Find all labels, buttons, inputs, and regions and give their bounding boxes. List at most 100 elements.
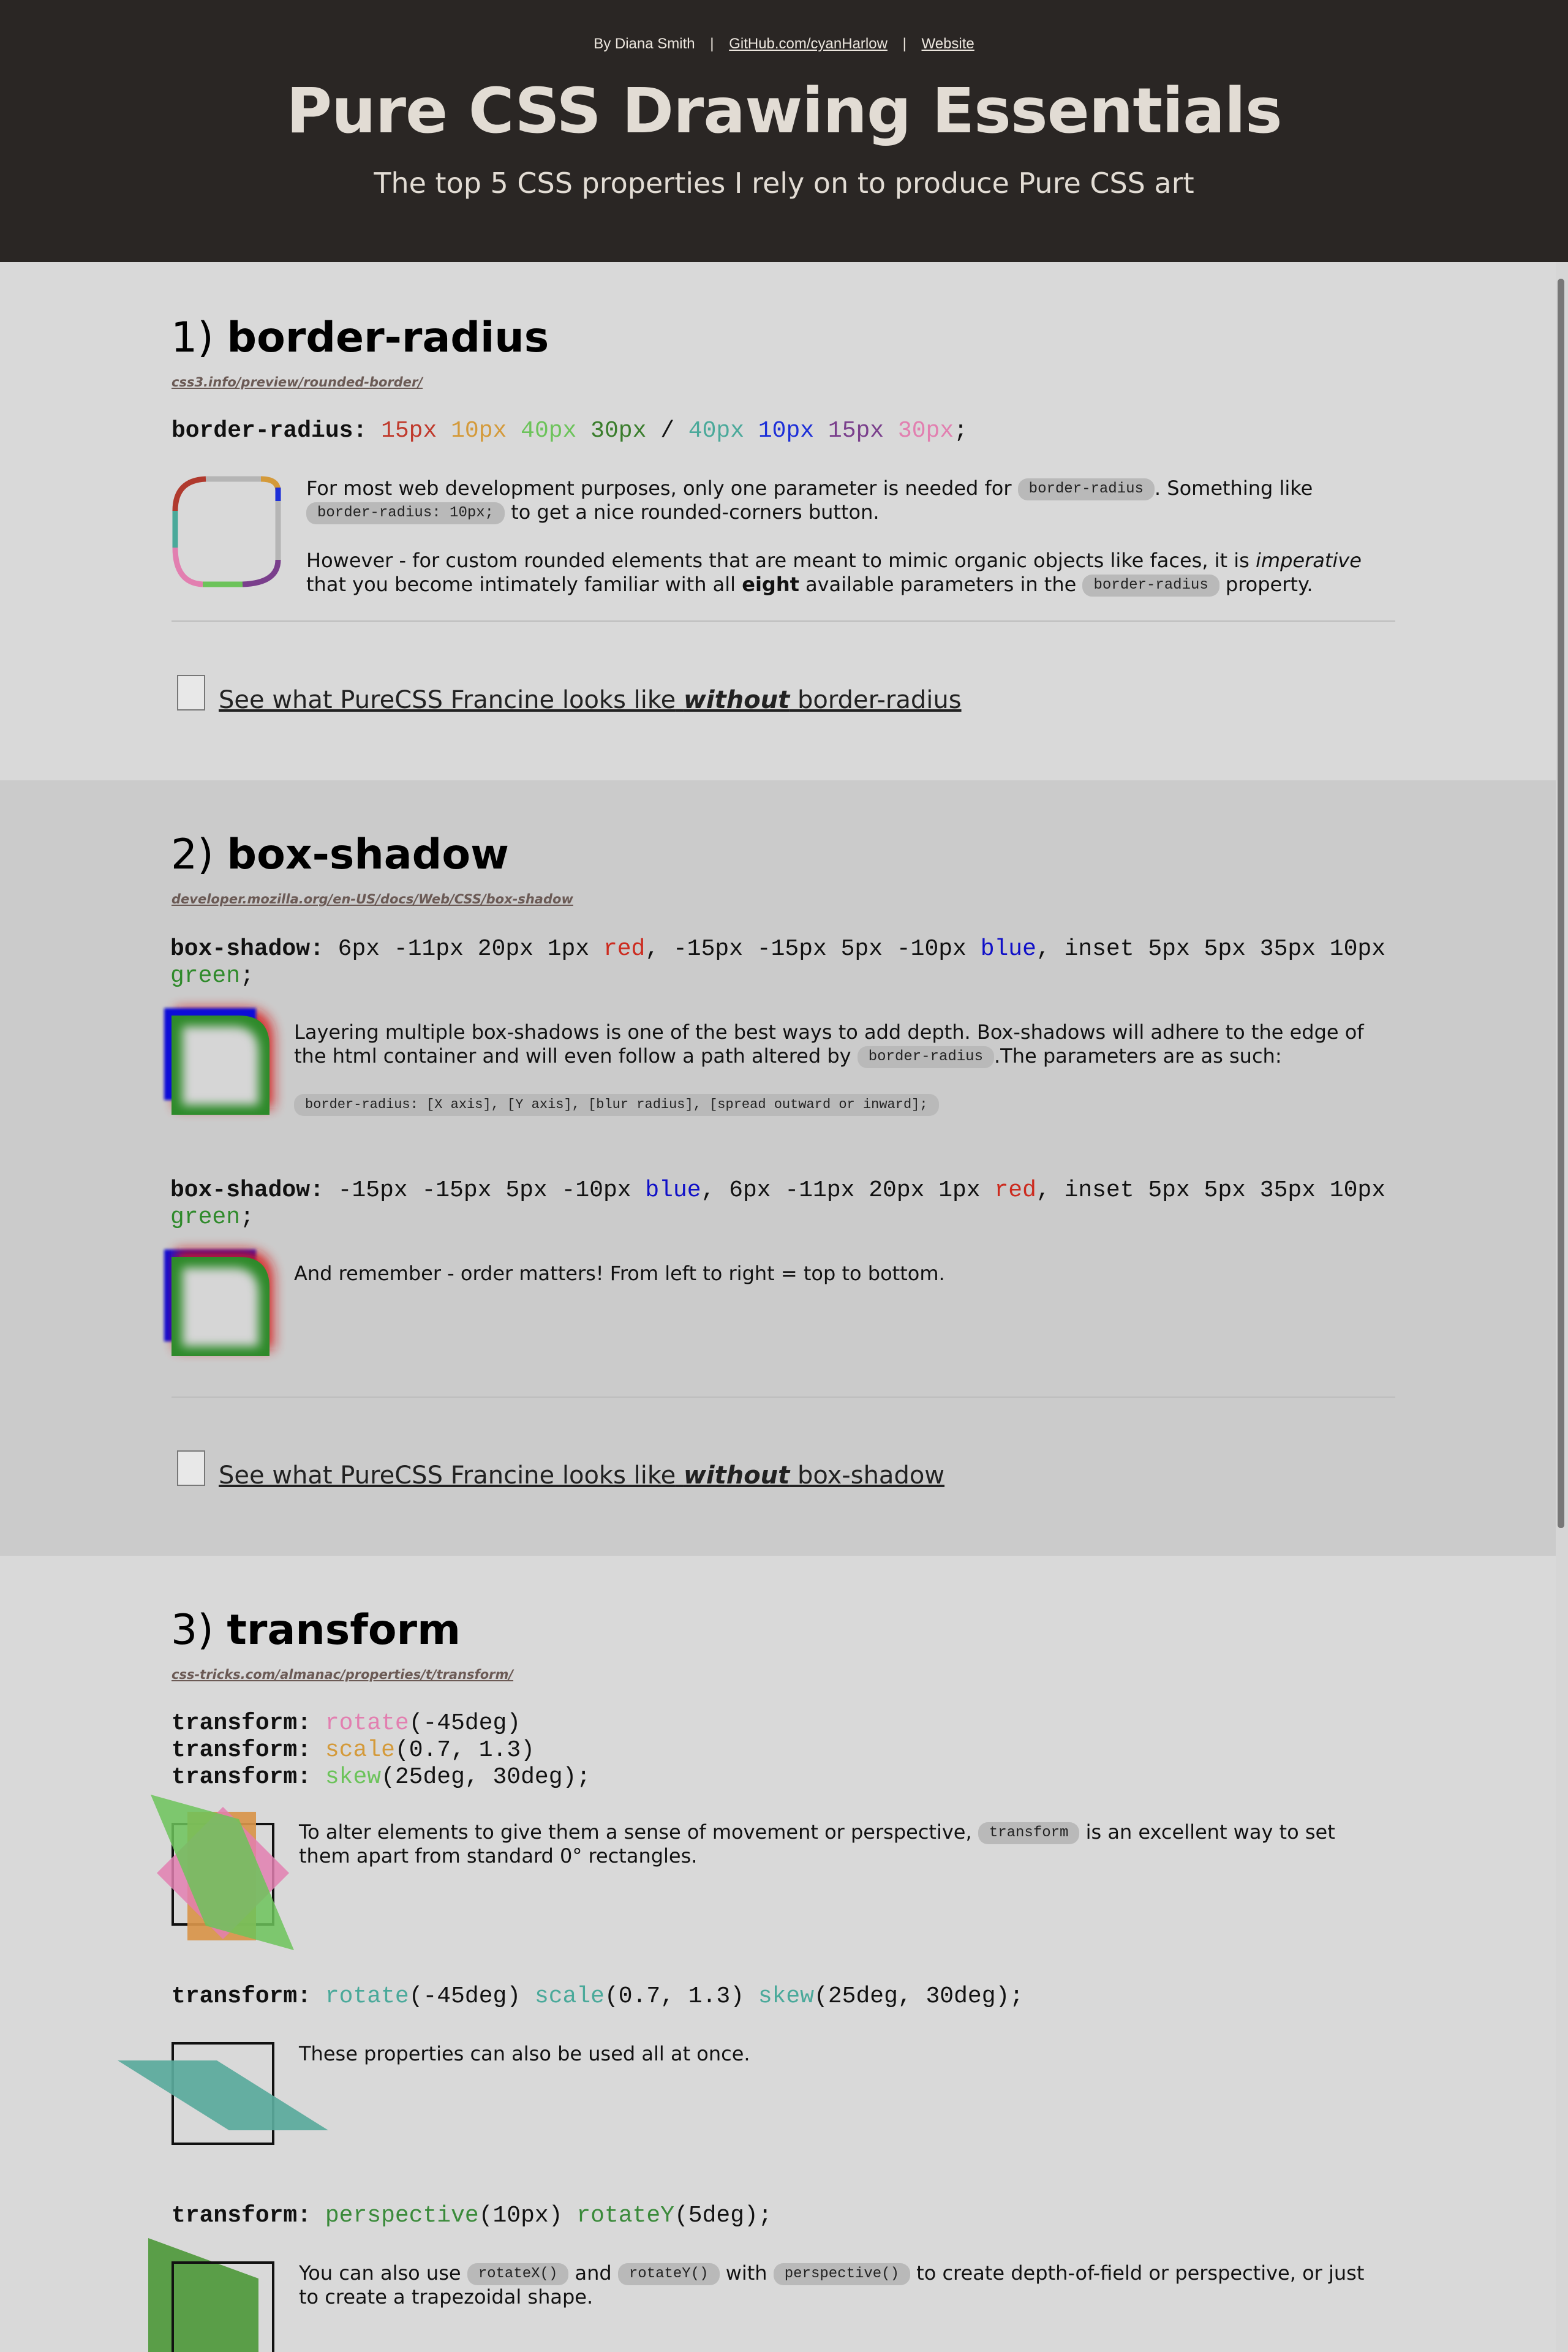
github-link[interactable]: GitHub.com/cyanHarlow [729,36,888,52]
code-value: red [603,936,646,962]
website-link[interactable]: Website [922,36,974,52]
inline-code: transform [978,1822,1080,1844]
code-function: rotate [325,1983,409,2010]
scrollbar-thumb[interactable] [1558,279,1564,1528]
section-title: border-radius [227,314,549,362]
paragraph: You can also use rotateX() and rotateY()… [299,2261,1389,2309]
code-property: transform [172,1737,298,1763]
section-number: 3) [171,1606,214,1654]
code-colon: : [310,1177,324,1204]
code-function: scale [325,1737,395,1763]
byline-separator: | [902,36,907,52]
code-line: transform: scale(0.7, 1.3) [172,1737,590,1764]
paragraph-text: You can also use [299,2261,461,2285]
inline-code: rotateX() [467,2263,569,2285]
code-slash: / [660,418,675,444]
paragraph-text: For most web development purposes, only … [306,477,1012,500]
code-snippet: transform: perspective(10px) rotateY(5de… [172,2203,772,2230]
toggle-checkbox[interactable] [177,675,205,710]
code-value: green [170,1204,241,1231]
page-header: By Diana Smith | GitHub.com/cyanHarlow |… [0,0,1568,262]
checkbox-label-emphasis: without [683,686,790,714]
code-snippet: transform: rotate(-45deg) transform: sca… [172,1710,590,1791]
code-semicolon: ; [954,418,968,444]
code-colon: : [297,1764,312,1790]
paragraph-text: property. [1225,573,1313,596]
code-snippet: box-shadow: 6px -11px 20px 1px red, -15p… [170,936,1395,990]
checkbox-label-emphasis: without [683,1461,790,1490]
code-value: 15px [827,418,884,444]
section-heading: 1) border-radius [171,314,549,362]
code-value: (-45deg) [409,1983,521,2010]
inline-code: border-radius [857,1046,994,1068]
code-value: green [170,963,241,989]
reference-link[interactable]: developer.mozilla.org/en-US/docs/Web/CSS… [172,892,573,907]
parameter-syntax: border-radius: [X axis], [Y axis], [blur… [294,1094,939,1116]
toggle-checkbox[interactable] [177,1450,205,1486]
checkbox-label[interactable]: See what PureCSS Francine looks like wit… [219,1461,944,1490]
checkbox-label[interactable]: See what PureCSS Francine looks like wit… [219,686,962,714]
code-function: rotateY [576,2203,674,2229]
code-function: scale [534,1983,605,2010]
paragraph-text: However - for custom rounded elements th… [306,549,1250,572]
code-value: , inset 5px 5px 35px [1036,936,1316,962]
code-value: 40px [688,418,745,444]
paragraph: However - for custom rounded elements th… [306,549,1384,597]
code-value: blue [645,1177,701,1204]
paragraph: For most web development purposes, only … [306,477,1384,524]
page-title: Pure CSS Drawing Essentials [286,75,1282,148]
code-value: blue [980,936,1036,962]
inline-code: rotateY() [617,2263,720,2285]
code-value: (-45deg) [409,1710,521,1736]
code-value: 10px [451,418,507,444]
code-function: rotate [325,1710,409,1736]
code-value: 15px [381,418,437,444]
code-value: , -15px -15px 5px -10px [645,936,967,962]
border-radius-demo-icon [172,476,281,587]
reference-link[interactable]: css-tricks.com/almanac/properties/t/tran… [172,1667,513,1682]
code-value: , 6px -11px 20px 1px [701,1177,981,1204]
paragraph-text: .The parameters are as such: [993,1044,1282,1068]
paragraph-text: that you become intimately familiar with… [306,573,736,596]
section-title: transform [227,1606,461,1654]
paragraph: Layering multiple box-shadows is one of … [294,1020,1390,1068]
reference-link[interactable]: css3.info/preview/rounded-border/ [172,375,423,390]
strong-text: eight [742,573,799,596]
code-value: 10px [1329,936,1386,962]
paragraph-text: with [725,2261,767,2285]
checkbox-label-text: box-shadow [797,1461,945,1490]
code-colon: : [353,418,368,444]
byline-author: By Diana Smith [594,36,695,52]
paragraph-text: and [575,2261,612,2285]
code-function: perspective [325,2203,479,2229]
code-snippet: transform: rotate(-45deg) scale(0.7, 1.3… [172,1983,1023,2010]
code-line: transform: skew(25deg, 30deg); [172,1764,590,1791]
code-value: (10px) [478,2203,563,2229]
section-number: 1) [171,314,214,362]
code-value: 10px [1329,1177,1386,1204]
code-property: transform [172,2203,298,2229]
code-line: transform: rotate(-45deg) [172,1710,590,1737]
code-function: skew [325,1764,382,1790]
code-value: (0.7, 1.3) [604,1983,745,2010]
code-property: border-radius [172,418,353,444]
checkbox-label-text: border-radius [797,686,962,714]
code-value: 30px [897,418,954,444]
code-value: , inset 5px 5px 35px [1036,1177,1316,1204]
code-colon: : [310,936,324,962]
code-value: 40px [521,418,577,444]
byline: By Diana Smith | GitHub.com/cyanHarlow |… [0,36,1568,53]
code-value: (5deg); [674,2203,772,2229]
emphasis-text: imperative [1256,549,1362,572]
inline-code: border-radius: [X axis], [Y axis], [blur… [294,1094,939,1116]
byline-separator: | [710,36,714,52]
divider [172,620,1395,622]
code-value: (25deg, 30deg); [381,1764,591,1790]
inline-code: border-radius: 10px; [306,502,505,524]
code-property: box-shadow [170,1177,311,1204]
code-colon: : [297,1737,312,1763]
code-property: transform [172,1764,298,1790]
code-colon: : [297,1983,312,2010]
code-function: skew [758,1983,815,2010]
paragraph-text: available parameters in the [805,573,1077,596]
